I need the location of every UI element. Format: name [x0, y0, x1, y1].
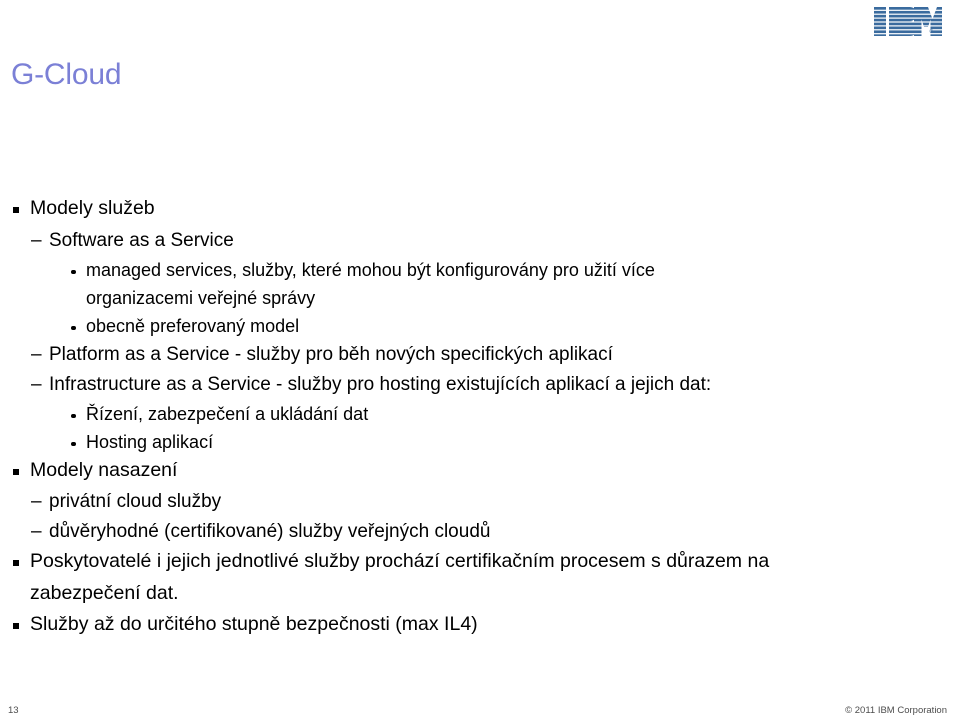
bullet-item: – privátní cloud služby: [0, 492, 959, 517]
bullet-text: obecně preferovaný model: [86, 315, 300, 336]
bullet-text: důvěryhodné (certifikované) služby veřej…: [49, 521, 491, 542]
ibm-logo: ®: [874, 7, 942, 36]
bullet-marker-dash: –: [31, 521, 42, 542]
bullet-text: Modely služeb: [30, 197, 155, 219]
bullet-item: – Infrastructure as a Service - služby p…: [0, 375, 959, 400]
slide-body: Modely služeb – Software as a Service ma…: [0, 197, 959, 647]
bullet-item: obecně preferovaný model: [0, 317, 959, 341]
bullet-text: privátní cloud služby: [49, 491, 222, 512]
bullet-marker-dash: –: [31, 229, 42, 251]
bullet-item: – Software as a Service: [0, 231, 959, 256]
bullet-text-continuation: organizacemi veřejné správy: [0, 289, 959, 313]
slide-page-number: 13: [8, 705, 19, 716]
bullet-text: Poskytovatelé i jejich jednotlivé služby…: [30, 550, 770, 572]
bullet-item: – důvěryhodné (certifikované) služby veř…: [0, 522, 959, 547]
copyright-notice: © 2011 IBM Corporation: [845, 705, 947, 716]
bullet-text: Modely nasazení: [30, 458, 178, 481]
bullet-marker-dash: –: [31, 343, 42, 365]
page-title: G-Cloud: [11, 58, 122, 91]
bullet-text-continuation: zabezpečení dat.: [0, 581, 959, 610]
bullet-text: zabezpečení dat.: [30, 581, 179, 604]
bullet-item: Poskytovatelé i jejich jednotlivé služby…: [0, 550, 959, 578]
bullet-marker-dash: –: [31, 491, 42, 512]
bullet-text: Řízení, zabezpečení a ukládání dat: [86, 403, 369, 424]
bullet-item: Služby až do určitého stupně bezpečnosti…: [0, 613, 959, 641]
bullet-item: Řízení, zabezpečení a ukládání dat: [0, 405, 959, 429]
bullet-item: Modely nasazení: [0, 458, 959, 487]
bullet-item: Hosting aplikací: [0, 433, 959, 457]
bullet-text: Software as a Service: [49, 229, 234, 251]
bullet-text: Infrastructure as a Service - služby pro…: [49, 373, 712, 395]
registered-trademark-icon: ®: [929, 29, 933, 35]
bullet-text: Hosting aplikací: [86, 431, 214, 452]
bullet-item: managed services, služby, které mohou bý…: [0, 261, 959, 285]
bullet-text: managed services, služby, které mohou bý…: [86, 259, 655, 280]
bullet-item: – Platform as a Service - služby pro běh…: [0, 345, 959, 370]
bullet-text: organizacemi veřejné správy: [86, 287, 316, 308]
bullet-marker-dash: –: [31, 373, 42, 395]
bullet-text: Platform as a Service - služby pro běh n…: [49, 343, 613, 365]
bullet-text: Služby až do určitého stupně bezpečnosti…: [30, 613, 478, 635]
bullet-item: Modely služeb: [0, 197, 959, 225]
